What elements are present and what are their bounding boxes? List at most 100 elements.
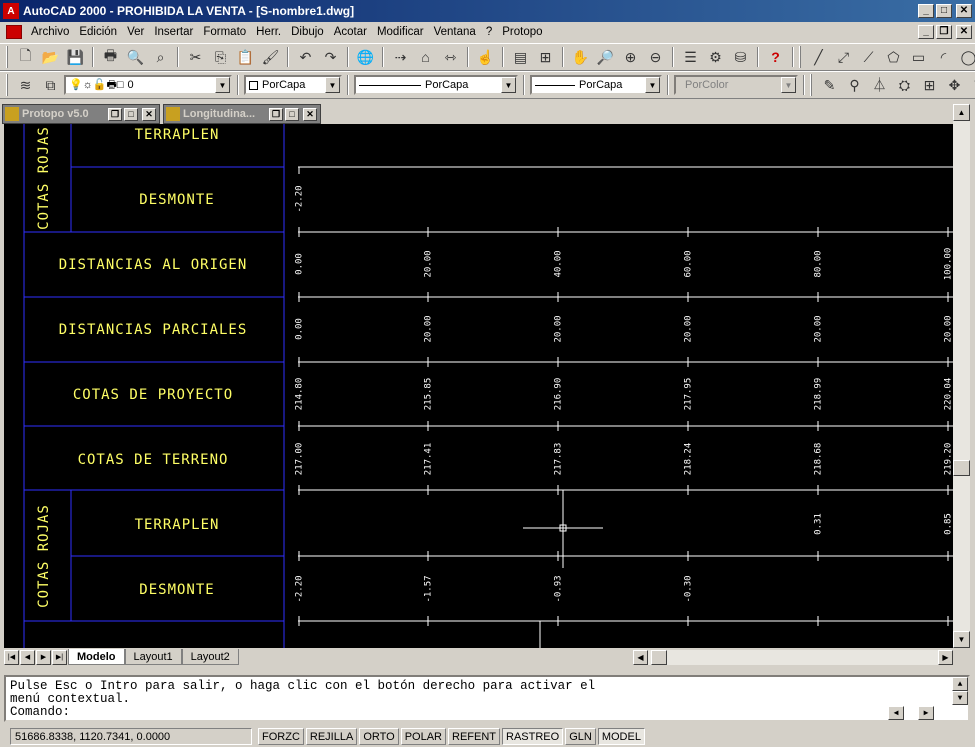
scroll-left-icon[interactable]: ◀ bbox=[633, 650, 648, 665]
status-gln-button[interactable]: GLN bbox=[565, 728, 596, 745]
toolbar-grip[interactable] bbox=[799, 46, 801, 68]
menu-ayuda[interactable]: ? bbox=[481, 26, 497, 38]
subwindow-restore-button[interactable]: ❐ bbox=[269, 107, 283, 121]
print-icon[interactable]: 🖶 bbox=[99, 46, 122, 68]
line-icon[interactable]: ╱ bbox=[807, 46, 830, 68]
mirror-icon[interactable]: ⏃ bbox=[868, 74, 891, 96]
open-folder-icon[interactable]: 📂 bbox=[39, 46, 62, 68]
zoom-realtime-icon[interactable]: 🔎 bbox=[594, 46, 617, 68]
linetype-combo[interactable]: PorCapa ▼ bbox=[354, 75, 518, 95]
help-icon[interactable]: ? bbox=[764, 46, 787, 68]
subwindow-close-button[interactable]: ✕ bbox=[142, 107, 156, 121]
pick-icon[interactable]: ☝ bbox=[474, 46, 497, 68]
scroll-down-icon[interactable]: ▼ bbox=[953, 631, 970, 648]
status-forzc-button[interactable]: FORZC bbox=[258, 728, 304, 745]
tracking-icon[interactable]: ⌂ bbox=[414, 46, 437, 68]
pan-icon[interactable]: ✋ bbox=[569, 46, 592, 68]
match-properties-icon[interactable]: 🖌 bbox=[259, 46, 282, 68]
scroll-up-icon[interactable]: ▲ bbox=[953, 104, 970, 121]
autocad-app-icon[interactable]: A bbox=[3, 3, 19, 19]
coordinates-readout[interactable]: 51686.8338, 1120.7341, 0.0000 bbox=[10, 728, 252, 745]
chevron-down-icon[interactable]: ▼ bbox=[645, 77, 660, 93]
copy-icon[interactable]: ⎘ bbox=[209, 46, 232, 68]
construction-line-icon[interactable]: ⤢ bbox=[832, 46, 855, 68]
tab-last-icon[interactable]: ▶| bbox=[52, 649, 67, 665]
chevron-down-icon[interactable]: ▼ bbox=[501, 77, 516, 93]
move-icon[interactable]: ✥ bbox=[943, 74, 966, 96]
status-rastreo-button[interactable]: RASTREO bbox=[502, 728, 564, 745]
subwindow-restore-button[interactable]: ❐ bbox=[108, 107, 122, 121]
scroll-left-icon[interactable]: ◀ bbox=[888, 706, 904, 720]
viewports-icon[interactable]: ⊞ bbox=[534, 46, 557, 68]
circle-icon[interactable]: ◯ bbox=[957, 46, 975, 68]
restore-button[interactable]: □ bbox=[936, 4, 952, 18]
scroll-down-icon[interactable]: ▼ bbox=[952, 691, 968, 705]
doc-minimize-button[interactable]: _ bbox=[918, 25, 934, 39]
polygon-icon[interactable]: ⬠ bbox=[882, 46, 905, 68]
tab-prev-icon[interactable]: ◀ bbox=[20, 649, 35, 665]
status-model-button[interactable]: MODEL bbox=[597, 728, 645, 745]
print-preview-icon[interactable]: 🔍 bbox=[124, 46, 147, 68]
tab-first-icon[interactable]: |◀ bbox=[4, 649, 19, 665]
design-center-icon[interactable]: ⚙ bbox=[704, 46, 727, 68]
status-orto-button[interactable]: ORTO bbox=[359, 728, 399, 745]
new-file-icon[interactable]: 🗋 bbox=[14, 46, 37, 68]
save-disk-icon[interactable]: 💾 bbox=[64, 46, 87, 68]
menu-archivo[interactable]: Archivo bbox=[26, 26, 74, 38]
plotstyle-combo[interactable]: PorColor ▼ bbox=[674, 75, 798, 95]
properties-icon[interactable]: ☰ bbox=[679, 46, 702, 68]
color-combo[interactable]: PorCapa ▼ bbox=[244, 75, 342, 95]
command-prompt[interactable]: Comando: bbox=[10, 706, 964, 719]
toolbar-grip[interactable] bbox=[6, 46, 8, 68]
doc-close-button[interactable]: ✕ bbox=[956, 25, 972, 39]
lineweight-combo[interactable]: PorCapa ▼ bbox=[530, 75, 662, 95]
vertical-scrollbar[interactable]: ▲ ▼ bbox=[953, 104, 970, 648]
menu-insertar[interactable]: Insertar bbox=[149, 26, 198, 38]
doc-restore-button[interactable]: ❐ bbox=[936, 25, 952, 39]
cut-icon[interactable]: ✂ bbox=[184, 46, 207, 68]
undo-icon[interactable]: ↶ bbox=[294, 46, 317, 68]
rectangle-icon[interactable]: ▭ bbox=[907, 46, 930, 68]
drawing-canvas[interactable]: COTAS ROJAS COTAS ROJAS TERRAPLEN DESMON… bbox=[4, 124, 953, 648]
menu-edicion[interactable]: Edición bbox=[74, 26, 122, 38]
zoom-window-icon[interactable]: ⊕ bbox=[619, 46, 642, 68]
menu-acotar[interactable]: Acotar bbox=[329, 26, 372, 38]
protopo-subwindow[interactable]: Protopo v5.0 ❐ □ ✕ bbox=[2, 104, 160, 124]
chevron-down-icon[interactable]: ▼ bbox=[215, 77, 230, 93]
command-window[interactable]: Pulse Esc o Intro para salir, o haga cli… bbox=[4, 675, 970, 722]
hyperlink-icon[interactable]: ⇢ bbox=[389, 46, 412, 68]
scroll-right-icon[interactable]: ▶ bbox=[918, 706, 934, 720]
globe-icon[interactable]: 🌐 bbox=[354, 46, 377, 68]
redo-icon[interactable]: ↷ bbox=[319, 46, 342, 68]
menu-ver[interactable]: Ver bbox=[122, 26, 149, 38]
offset-icon[interactable]: ⛭ bbox=[893, 74, 916, 96]
scroll-up-icon[interactable]: ▲ bbox=[952, 677, 968, 691]
tab-layout1[interactable]: Layout1 bbox=[124, 649, 182, 665]
layers-icon[interactable]: ≋ bbox=[14, 74, 37, 96]
menu-formato[interactable]: Formato bbox=[198, 26, 251, 38]
scroll-right-icon[interactable]: ▶ bbox=[938, 650, 953, 665]
menu-dibujo[interactable]: Dibujo bbox=[286, 26, 329, 38]
array-icon[interactable]: ⊞ bbox=[918, 74, 941, 96]
status-rejilla-button[interactable]: REJILLA bbox=[305, 728, 358, 745]
toolbar-grip[interactable] bbox=[6, 74, 8, 96]
toolbar-grip[interactable] bbox=[810, 74, 812, 96]
horizontal-scrollbar[interactable]: ◀ ▶ bbox=[633, 650, 953, 665]
layer-combo[interactable]: 💡☼🔓🖶□ 0 ▼ bbox=[64, 75, 232, 95]
copy-object-icon[interactable]: ⚲ bbox=[843, 74, 866, 96]
subwindow-close-button[interactable]: ✕ bbox=[303, 107, 317, 121]
chevron-down-icon[interactable]: ▼ bbox=[781, 77, 796, 93]
status-refent-button[interactable]: REFENT bbox=[448, 728, 500, 745]
longitudinal-subwindow[interactable]: Longitudina... ❐ □ ✕ bbox=[163, 104, 321, 124]
horizontal-scroll-thumb[interactable] bbox=[651, 650, 667, 665]
polyline-icon[interactable]: ⟋ bbox=[857, 46, 880, 68]
menu-modificar[interactable]: Modificar bbox=[372, 26, 429, 38]
vertical-scroll-thumb[interactable] bbox=[953, 460, 970, 476]
menu-protopo[interactable]: Protopo bbox=[497, 26, 547, 38]
close-button[interactable]: ✕ bbox=[956, 4, 972, 18]
named-views-icon[interactable]: ▤ bbox=[509, 46, 532, 68]
erase-icon[interactable]: ✎ bbox=[818, 74, 841, 96]
tab-modelo[interactable]: Modelo bbox=[68, 649, 125, 665]
tab-layout2[interactable]: Layout2 bbox=[181, 649, 239, 665]
ucs-icon[interactable]: ⇿ bbox=[439, 46, 462, 68]
